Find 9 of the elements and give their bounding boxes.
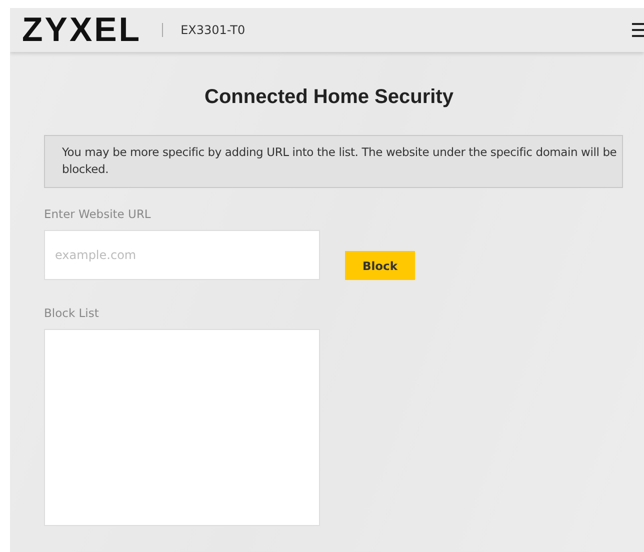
url-input-field[interactable]: example.com	[44, 230, 320, 280]
block-button[interactable]: Block	[345, 251, 415, 280]
field-label: Block List	[44, 306, 100, 320]
logo[interactable]: ZYXEL	[22, 13, 142, 47]
model-name: EX3301-T0	[180, 23, 246, 37]
field-label: Enter Website URL	[44, 207, 152, 221]
page-title: Connected Home Security	[204, 86, 454, 109]
info-notice: You may be more specific by adding URL into the list. The website under the specific domain will be blocked.	[44, 135, 623, 188]
menu-icon[interactable]	[632, 23, 644, 37]
